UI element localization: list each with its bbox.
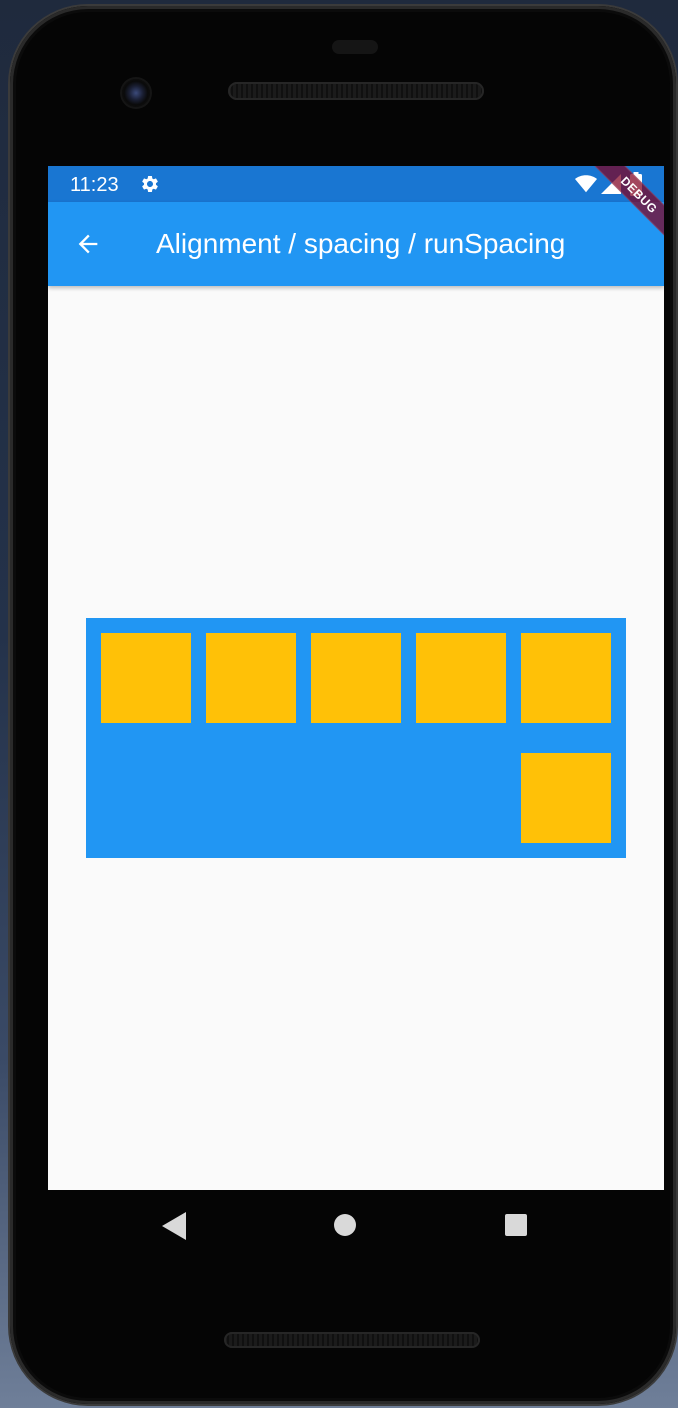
front-camera (122, 79, 150, 107)
app-bar: Alignment / spacing / runSpacing (48, 202, 664, 286)
phone-frame: 11:23 Alignment / spacing / runSpacing D… (10, 6, 676, 1404)
wrap-box-6 (521, 753, 611, 843)
status-time: 11:23 (70, 174, 119, 196)
wrap-box-2 (206, 633, 296, 723)
earpiece-speaker (228, 82, 484, 100)
wrap-box-4 (416, 633, 506, 723)
nav-home-icon[interactable] (334, 1214, 356, 1236)
bottom-speaker (224, 1332, 480, 1348)
wrap-box-3 (311, 633, 401, 723)
gear-icon (142, 175, 158, 192)
arrow-back-icon (78, 234, 98, 254)
proximity-sensor (332, 40, 378, 54)
wrap-box-5 (521, 633, 611, 723)
wrap-box-1 (101, 633, 191, 723)
wrap-container (86, 618, 626, 858)
nav-back-icon[interactable] (162, 1212, 186, 1240)
system-nav-bar (10, 1190, 676, 1270)
phone-screen: 11:23 Alignment / spacing / runSpacing D… (48, 166, 664, 1190)
back-button[interactable] (66, 222, 110, 266)
nav-recents-icon[interactable] (505, 1214, 527, 1236)
status-bar: 11:23 (48, 166, 664, 202)
wifi-icon (575, 175, 597, 193)
page-title: Alignment / spacing / runSpacing (156, 228, 566, 259)
